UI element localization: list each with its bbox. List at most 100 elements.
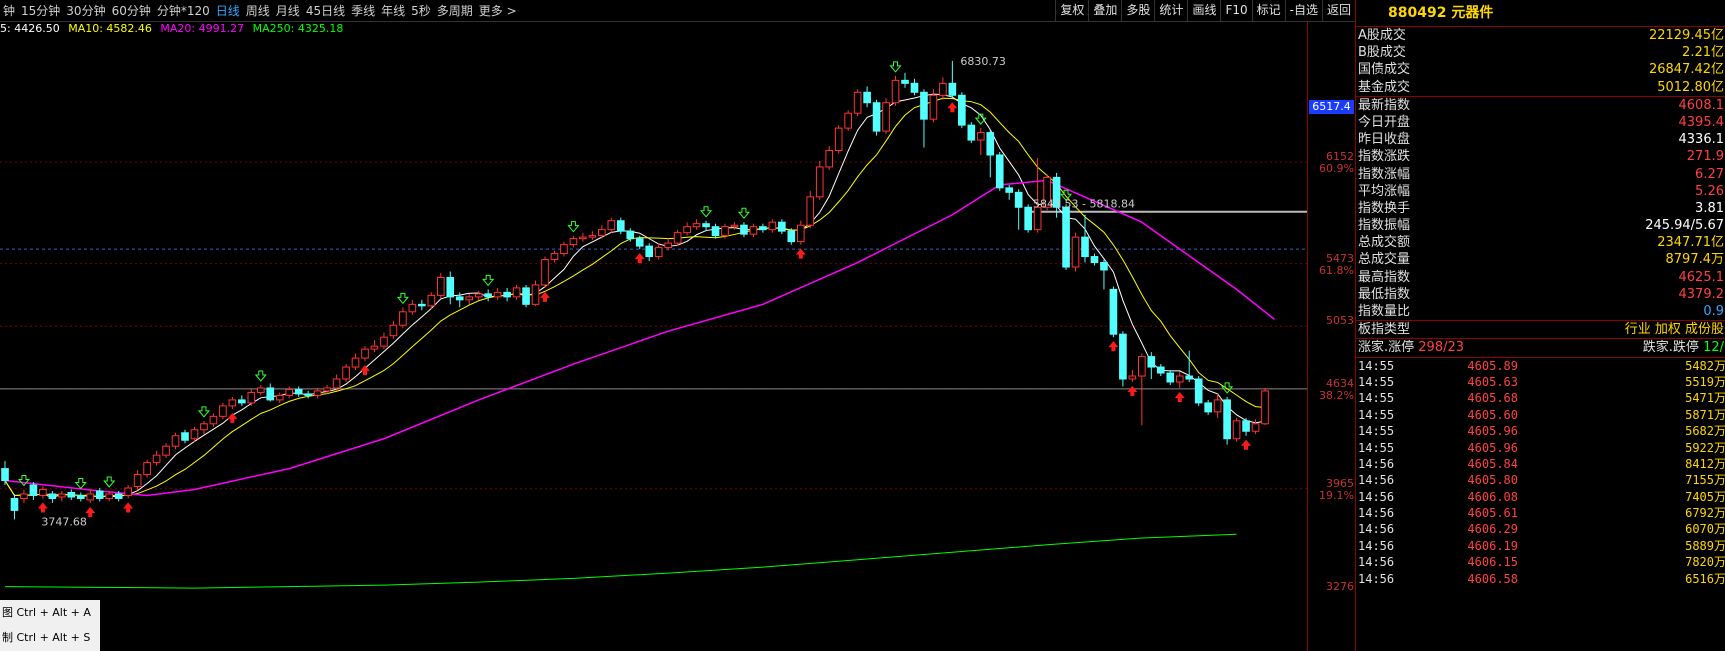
buy-arrow-icon [227, 412, 238, 423]
tick-row: 14:56 4605.80 7155万 [1356, 472, 1725, 488]
period-tab[interactable]: 分钟*120 [154, 2, 213, 19]
candle-up [105, 493, 114, 499]
toolbar-button[interactable]: 多股 [1121, 0, 1154, 21]
period-tab[interactable]: 月线 [273, 2, 303, 19]
period-tab[interactable]: 季线 [348, 2, 378, 19]
candle-down [1014, 191, 1023, 208]
stat-label: 总成交额 [1358, 235, 1411, 251]
toolbar-button[interactable]: -自选 [1284, 0, 1322, 21]
candle-down [1194, 378, 1203, 404]
stat-value: 4608.1 [1678, 97, 1725, 113]
period-tab[interactable]: 周线 [243, 2, 273, 19]
candle-up [20, 493, 28, 499]
toolbar-button[interactable]: 统计 [1154, 0, 1187, 21]
candle-up [380, 336, 388, 347]
tick-t: 14:55 [1358, 440, 1395, 455]
axis-pct-label: 61.8% [1319, 263, 1354, 277]
period-tab[interactable]: 45日线 [303, 2, 348, 19]
candle-up [588, 235, 597, 238]
axis-pct-label: 38.2% [1319, 388, 1354, 402]
candle-up [1138, 356, 1146, 377]
tick-t: 14:56 [1358, 555, 1395, 570]
candle-down [1062, 206, 1070, 268]
tick-p: 4605.61 [1467, 506, 1518, 521]
tick-list[interactable]: 14:55 4605.89 5482万 14:55 4605.63 5519万 14:55 4… [1356, 356, 1725, 587]
tick-p: 4605.96 [1467, 424, 1518, 439]
tick-p: 4606.15 [1467, 555, 1518, 570]
stat-row: 指数振幅 245.94/5.67 [1356, 217, 1725, 234]
candle-up [1261, 390, 1269, 425]
sell-arrow-icon [396, 292, 409, 305]
stat-row: 总成交量 8797.4万 [1356, 251, 1725, 268]
candle-up [370, 345, 379, 350]
stat-label: 指数换手 [1358, 200, 1411, 216]
candle-up [247, 391, 256, 404]
tick-row: 14:55 4605.63 5519万 [1356, 374, 1725, 390]
tick-row: 14:55 4605.96 5682万 [1356, 423, 1725, 439]
candle-down [1119, 333, 1127, 380]
sell-arrow-icon [17, 475, 31, 487]
tick-p: 4606.19 [1467, 538, 1518, 553]
tick-v: 6070万 [1685, 522, 1725, 537]
toolbar-button[interactable]: 画线 [1187, 0, 1220, 21]
context-menu: 图 Ctrl + Alt + A 制 Ctrl + Alt + S [0, 600, 100, 651]
tick-v: 5889万 [1685, 538, 1725, 553]
stat-label: 国债成交 [1358, 62, 1411, 78]
stat-label: B股成交 [1358, 45, 1406, 61]
period-tab[interactable]: 30分钟 [63, 2, 108, 19]
sector-value[interactable]: 行业 加权 成份股 [1625, 321, 1724, 338]
tick-row: 14:55 4605.68 5471万 [1356, 390, 1725, 406]
buy-arrow-icon [1174, 391, 1185, 402]
stat-label: 今日开盘 [1358, 114, 1411, 130]
period-tab[interactable]: 年线 [378, 2, 408, 19]
candle-down [1156, 366, 1165, 374]
stat-row: 最新指数 4608.1 [1356, 97, 1725, 114]
stat-label: 最高指数 [1358, 269, 1411, 285]
stat-label: 总成交量 [1358, 252, 1411, 268]
buy-arrow-icon [795, 248, 806, 259]
candle-up [209, 415, 218, 425]
period-tab[interactable]: 更多 > [476, 2, 520, 19]
candle-up [692, 223, 701, 228]
sell-arrow-icon [567, 221, 580, 233]
stat-row: 最高指数 4625.1 [1356, 269, 1725, 286]
candle-up [806, 196, 815, 226]
index-code: 880492 [1388, 5, 1447, 21]
candle-down [863, 91, 871, 104]
ma5-value: 5: 4426.50 [0, 22, 60, 35]
stat-row: 平均涨幅 5.26 [1356, 183, 1725, 200]
period-tab[interactable]: 多周期 [434, 2, 476, 19]
toolbar-button[interactable]: 返回 [1321, 0, 1355, 21]
toolbar-button[interactable]: 叠加 [1088, 0, 1121, 21]
range-label: 5843.53 - 5818.84 [1033, 198, 1135, 211]
tick-row: 14:55 4605.89 5482万 [1356, 358, 1725, 374]
period-tab[interactable]: 钟 [0, 2, 18, 19]
down-label: 跌家.跌停 [1642, 340, 1699, 356]
candlestick-chart[interactable]: 6830.73 3747.68 5843.53 - 5818.84 [0, 38, 1307, 651]
toolbar-button[interactable]: F10 [1220, 0, 1251, 21]
tick-row: 14:55 4605.96 5922万 [1356, 440, 1725, 456]
candle-up [361, 348, 369, 359]
stat-value: 22129.45亿 [1648, 28, 1724, 43]
stat-label: 基金成交 [1358, 79, 1411, 95]
candle-up [607, 220, 616, 231]
buy-arrow-icon [1108, 341, 1119, 352]
toolbar-button[interactable]: 复权 [1055, 0, 1088, 21]
sell-arrow-icon [737, 207, 751, 219]
tick-row: 14:56 4606.29 6070万 [1356, 521, 1725, 537]
stat-value: 5.26 [1695, 183, 1724, 199]
period-tab[interactable]: 60分钟 [109, 2, 154, 19]
candle-down [455, 296, 464, 301]
toolbar-button[interactable]: 标记 [1251, 0, 1285, 21]
period-tab[interactable]: 日线 [213, 2, 243, 19]
tick-t: 14:55 [1358, 374, 1395, 389]
period-tab[interactable]: 15分钟 [18, 2, 63, 19]
context-menu-item[interactable]: 图 Ctrl + Alt + A [0, 600, 100, 625]
candle-down [995, 154, 1004, 189]
candle-up [550, 253, 559, 261]
context-menu-item[interactable]: 制 Ctrl + Alt + S [0, 625, 100, 650]
candle-down [787, 230, 796, 243]
market-stats: A股成交 22129.45亿 B股成交 2.21亿 国债成交 26847.42亿 基金成交 5… [1356, 26, 1725, 96]
tick-v: 6792万 [1685, 506, 1725, 521]
period-tab[interactable]: 5秒 [408, 2, 434, 19]
